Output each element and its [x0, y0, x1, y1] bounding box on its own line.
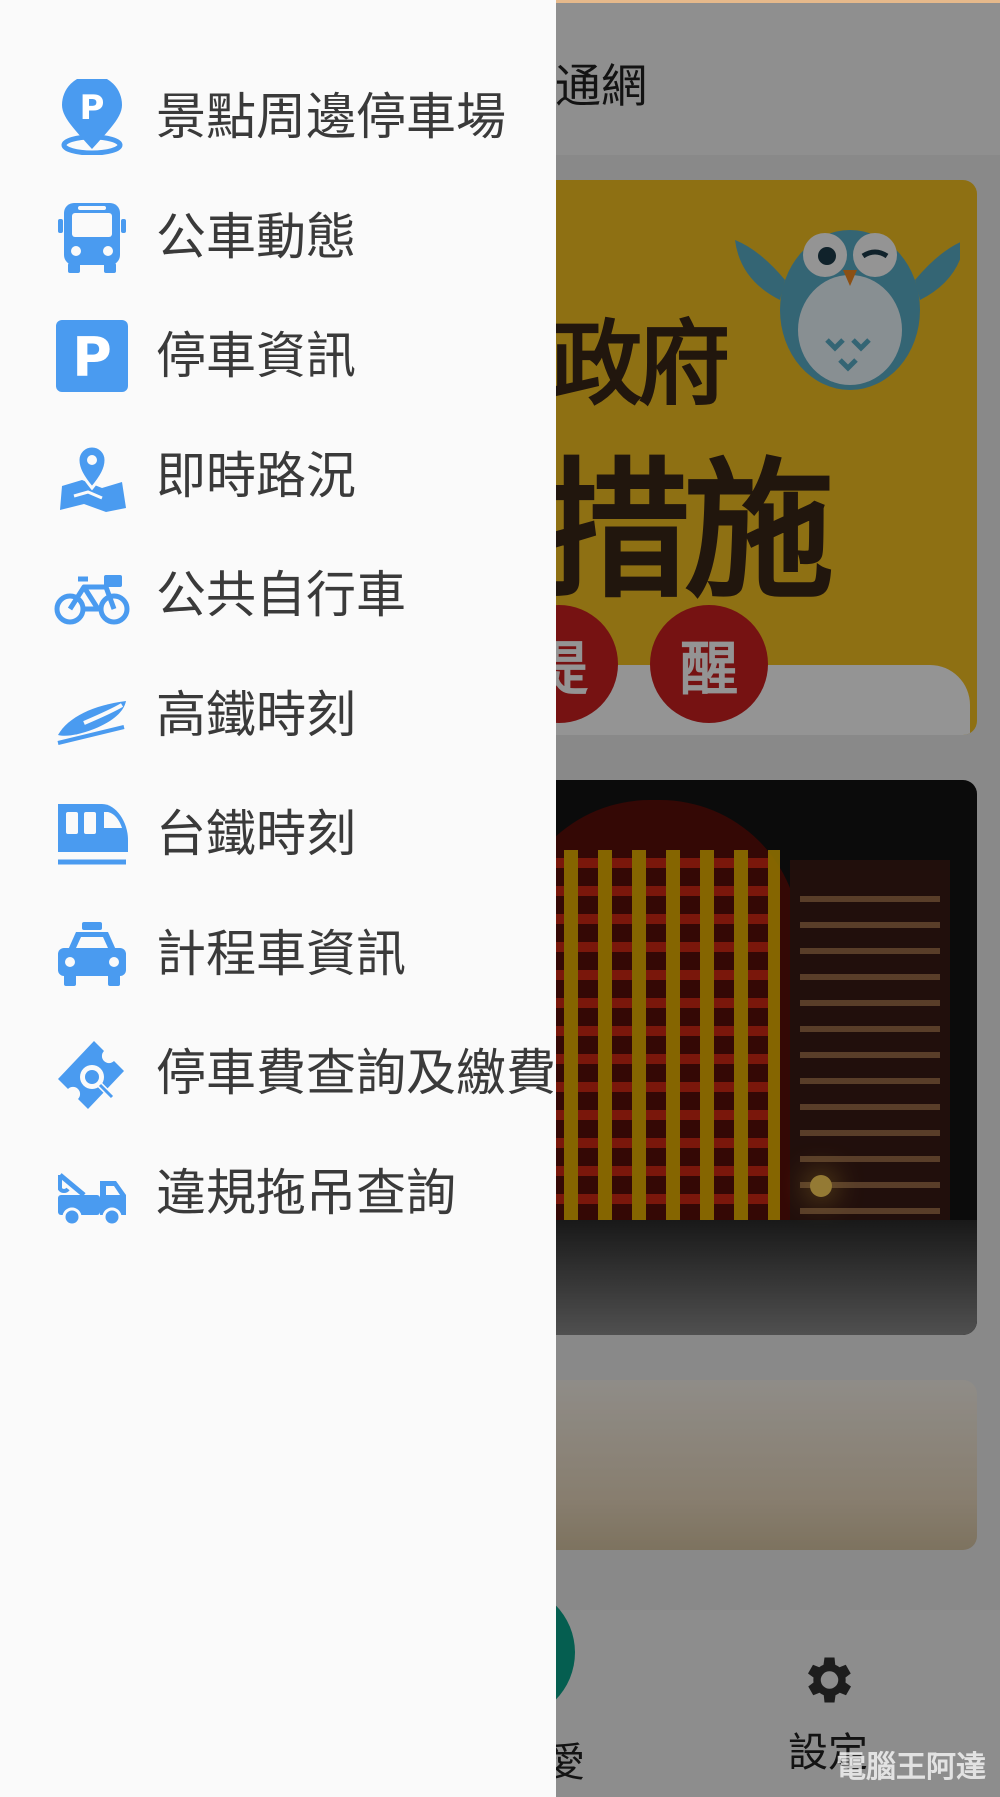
svg-text:P: P	[72, 326, 112, 389]
menu-item-label: 景點周邊停車場	[156, 88, 506, 146]
tow-truck-icon	[54, 1155, 130, 1231]
menu-item-label: 即時路況	[156, 446, 356, 505]
map-pin-icon	[54, 438, 130, 514]
bus-icon	[54, 199, 130, 275]
high-speed-rail-icon	[54, 677, 130, 753]
menu-item-label: 台鐵時刻	[156, 805, 356, 863]
menu-item-label: 計程車資訊	[156, 924, 406, 983]
drawer-menu-list: P 景點周邊停車場 公車動態 P 停車資訊 即時路況 公共自行車 高鐵時刻 台鐵…	[0, 55, 556, 1250]
svg-text:P: P	[80, 88, 105, 128]
menu-item-label: 違規拖吊查詢	[156, 1163, 456, 1222]
menu-item-public-bike[interactable]: 公共自行車	[0, 533, 556, 653]
menu-item-label: 高鐵時刻	[156, 685, 356, 744]
menu-item-label: 公車動態	[156, 207, 356, 266]
watermark-text: 電腦王阿達	[836, 1750, 986, 1785]
menu-item-hsr-schedule[interactable]: 高鐵時刻	[0, 653, 556, 773]
menu-item-parking-fee[interactable]: 停車費查詢及繳費	[0, 1011, 556, 1131]
taxi-icon	[54, 916, 130, 992]
parking-sign-icon: P	[54, 318, 130, 394]
menu-item-label: 停車費查詢及繳費	[156, 1044, 556, 1102]
menu-item-taxi-info[interactable]: 計程車資訊	[0, 892, 556, 1012]
menu-item-bus-status[interactable]: 公車動態	[0, 175, 556, 295]
parking-location-pin-icon: P	[54, 79, 130, 155]
menu-item-label: 公共自行車	[156, 566, 406, 624]
menu-item-tra-schedule[interactable]: 台鐵時刻	[0, 772, 556, 892]
menu-item-parking-info[interactable]: P 停車資訊	[0, 294, 556, 414]
menu-item-traffic[interactable]: 即時路況	[0, 414, 556, 534]
train-icon	[54, 796, 130, 872]
menu-item-scenic-parking[interactable]: P 景點周邊停車場	[0, 55, 556, 175]
menu-item-label: 停車資訊	[156, 327, 356, 385]
menu-item-tow-query[interactable]: 違規拖吊查詢	[0, 1131, 556, 1251]
bicycle-icon	[54, 557, 130, 633]
ticket-search-icon	[54, 1035, 130, 1111]
navigation-drawer: P 景點周邊停車場 公車動態 P 停車資訊 即時路況 公共自行車 高鐵時刻 台鐵…	[0, 0, 556, 1797]
